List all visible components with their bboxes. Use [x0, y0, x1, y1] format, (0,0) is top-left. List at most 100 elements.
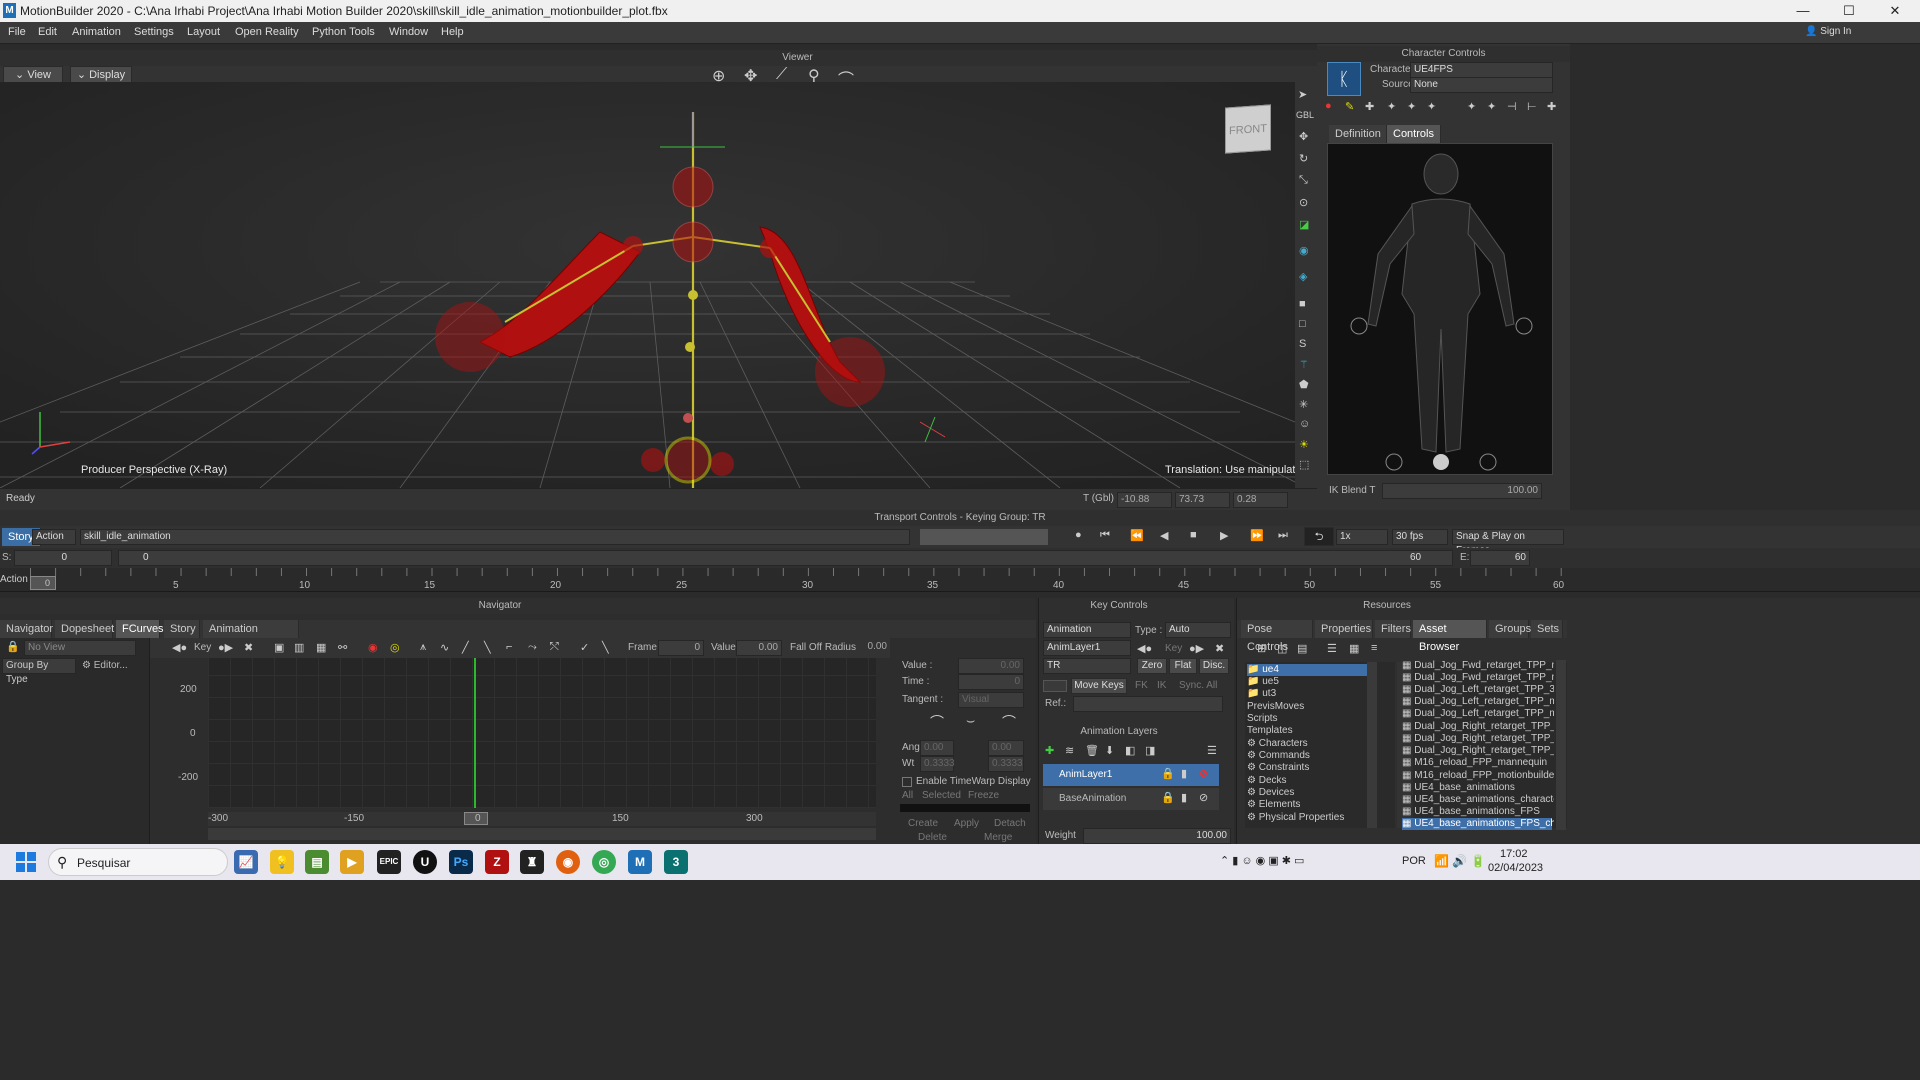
play-icon[interactable]: ▶ — [1220, 529, 1228, 542]
wt-left-field[interactable]: 0.3333 — [920, 756, 955, 772]
tangent-flat-icon[interactable]: ╲ — [484, 641, 491, 654]
tangent-linear-icon[interactable]: ╱ — [462, 641, 469, 654]
menu-help[interactable]: Help — [441, 26, 464, 38]
ik-blend-slider[interactable]: 100.00 — [1382, 483, 1542, 499]
cube-icon[interactable]: ■ — [1299, 298, 1306, 310]
layer-stack-icon[interactable]: ≋ — [1065, 744, 1074, 757]
key-button[interactable]: Key — [1165, 643, 1182, 654]
speed-dropdown[interactable]: 1x — [1336, 529, 1388, 545]
viewport-canvas[interactable] — [0, 82, 1295, 488]
time-range-slider[interactable]: 0 — [118, 550, 1453, 566]
delete-key-icon[interactable]: ✖ — [1215, 642, 1224, 655]
freeze-button[interactable]: Freeze — [968, 790, 999, 801]
layer-menu-icon[interactable]: ☰ — [1207, 744, 1217, 757]
disc-button[interactable]: Disc. — [1199, 658, 1229, 674]
file-item[interactable]: ▦ Dual_Jog_Right_retarget_TPP_mo — [1402, 745, 1554, 757]
apply-button[interactable]: Apply — [954, 818, 979, 829]
tab-asset-browser[interactable]: Asset Browser — [1413, 620, 1487, 653]
folder-item[interactable]: ⚙ Commands — [1247, 750, 1310, 762]
character-figure-area[interactable] — [1327, 143, 1553, 475]
body-part-icon[interactable]: ✦ — [1387, 100, 1396, 113]
file-item-selected[interactable]: ▦ UE4_base_animations_FPS_charac — [1402, 818, 1554, 830]
animation-dropdown[interactable]: Animation — [1043, 622, 1131, 638]
layer-a-icon[interactable]: ◧ — [1125, 744, 1135, 757]
light-icon[interactable]: ☀ — [1299, 438, 1309, 451]
3d-viewport[interactable]: FRONT Producer Perspective (X-Ray) Trans… — [0, 82, 1295, 488]
gbl-toggle[interactable]: GBL — [1296, 110, 1314, 120]
layer-solo-icon[interactable]: ▮ — [1181, 791, 1187, 804]
detach-button[interactable]: Detach — [994, 818, 1026, 829]
language-indicator[interactable]: POR — [1402, 855, 1426, 867]
tray-icons[interactable]: ⌃ ▮ ☺ ◉ ▣ ✱ ▭ — [1220, 854, 1304, 867]
source-select[interactable]: None — [1410, 77, 1553, 93]
epic-games-icon[interactable]: EPIC — [377, 850, 401, 874]
ang-left-field[interactable]: 0.00 — [920, 740, 954, 756]
tab-controls[interactable]: Controls — [1387, 125, 1441, 143]
menu-window[interactable]: Window — [389, 26, 428, 38]
key-toggle-icon[interactable] — [1043, 680, 1067, 692]
delete-key-icon[interactable]: ✖ — [244, 641, 253, 654]
next-key-icon[interactable]: ●▶ — [218, 641, 233, 654]
tab-story[interactable]: Story — [164, 620, 200, 638]
layer-row-animlayer1[interactable]: AnimLayer1 🔒 ▮ ⊘ — [1043, 764, 1219, 786]
add-layer-icon[interactable]: ✚ — [1045, 744, 1054, 757]
selected-button[interactable]: Selected — [922, 790, 961, 801]
timeline-ruler[interactable]: Action 0 5 10 15 20 25 30 35 40 45 50 55… — [0, 568, 1920, 592]
record-icon[interactable]: ● — [1075, 529, 1082, 541]
group-by-dropdown[interactable]: Group By Type — [2, 658, 76, 685]
fps-dropdown[interactable]: 30 fps — [1392, 529, 1448, 545]
tangent-shape-3-icon[interactable]: ⌒ — [1002, 712, 1016, 732]
layer-b-icon[interactable]: ◨ — [1145, 744, 1155, 757]
key-red-icon[interactable]: ● — [1325, 100, 1332, 112]
frame-selected-icon[interactable]: ▥ — [294, 641, 304, 654]
next-key-icon[interactable]: ●▶ — [1189, 642, 1204, 655]
time-prop-field[interactable]: 0 — [958, 674, 1024, 690]
folder-item[interactable]: Scripts — [1247, 713, 1278, 725]
fcurve-graph[interactable] — [208, 658, 876, 808]
minimize-button[interactable]: — — [1780, 0, 1826, 22]
playhead[interactable]: 0 — [30, 576, 56, 590]
goto-end-icon[interactable]: ⏭ — [1278, 529, 1288, 542]
create-button[interactable]: Create — [908, 818, 938, 829]
folder-item[interactable]: ⚙ Physical Properties — [1247, 812, 1344, 824]
rotate-icon[interactable]: ↻ — [1299, 152, 1308, 165]
null-icon[interactable]: ✳ — [1299, 398, 1308, 411]
folder-item[interactable]: ⚙ Decks — [1247, 775, 1287, 787]
view-cube[interactable]: FRONT — [1225, 104, 1271, 154]
key-yellow-icon[interactable]: ✎ — [1345, 100, 1354, 113]
ik-button[interactable]: IK — [1157, 680, 1166, 691]
tab-sets[interactable]: Sets — [1531, 620, 1563, 638]
end-frame-field[interactable]: 60 — [1470, 550, 1530, 566]
fcurve-scrollbar[interactable] — [208, 828, 876, 840]
loop-button[interactable]: ⮌ — [1304, 527, 1334, 546]
fk-icon[interactable]: ⊢ — [1527, 100, 1537, 113]
tab-definition[interactable]: Definition — [1329, 125, 1387, 143]
firefox-icon[interactable]: ◉ — [556, 850, 580, 874]
menu-settings[interactable]: Settings — [134, 26, 174, 38]
face-icon[interactable]: ☺ — [1299, 418, 1310, 430]
file-item[interactable]: ▦ Dual_Jog_Fwd_retarget_TPP_moti — [1402, 672, 1554, 684]
folder-item[interactable]: 📁 ue5 — [1247, 676, 1279, 688]
maximize-button[interactable]: ☐ — [1826, 0, 1872, 22]
menu-file[interactable]: File — [8, 26, 26, 38]
shape-icon[interactable]: ⬟ — [1299, 378, 1309, 391]
file-item[interactable]: ▦ Dual_Jog_Left_retarget_TPP_3dsn — [1402, 684, 1554, 696]
type-dropdown[interactable]: Auto — [1165, 622, 1231, 638]
select-keys-icon[interactable]: ◎ — [390, 641, 400, 654]
translate-icon[interactable]: ✥ — [1299, 130, 1308, 143]
frame-field[interactable]: 0 — [658, 640, 704, 656]
menu-open-reality[interactable]: Open Reality — [235, 26, 299, 38]
lock-icon[interactable]: ◈ — [1299, 270, 1307, 283]
transport-mode-toggle[interactable] — [920, 529, 1048, 545]
motionbuilder-taskbar-icon[interactable]: M — [628, 850, 652, 874]
pose-icon[interactable]: ✦ — [1467, 100, 1476, 113]
chrome-icon[interactable]: ◎ — [592, 850, 616, 874]
character-select[interactable]: UE4FPS — [1410, 62, 1553, 78]
pivot-icon[interactable]: ⊙ — [1299, 196, 1308, 209]
sync-all-button[interactable]: Sync. All — [1179, 680, 1217, 691]
scale-icon[interactable]: ⤡ — [1299, 174, 1308, 187]
file-item[interactable]: ▦ UE4_base_animations_FPS — [1402, 806, 1540, 818]
pin-icon[interactable]: ✦ — [1427, 100, 1436, 113]
action-dropdown[interactable]: Action — [32, 529, 76, 545]
file-item[interactable]: ▦ M16_reload_FPP_motionbuilder — [1402, 770, 1554, 782]
